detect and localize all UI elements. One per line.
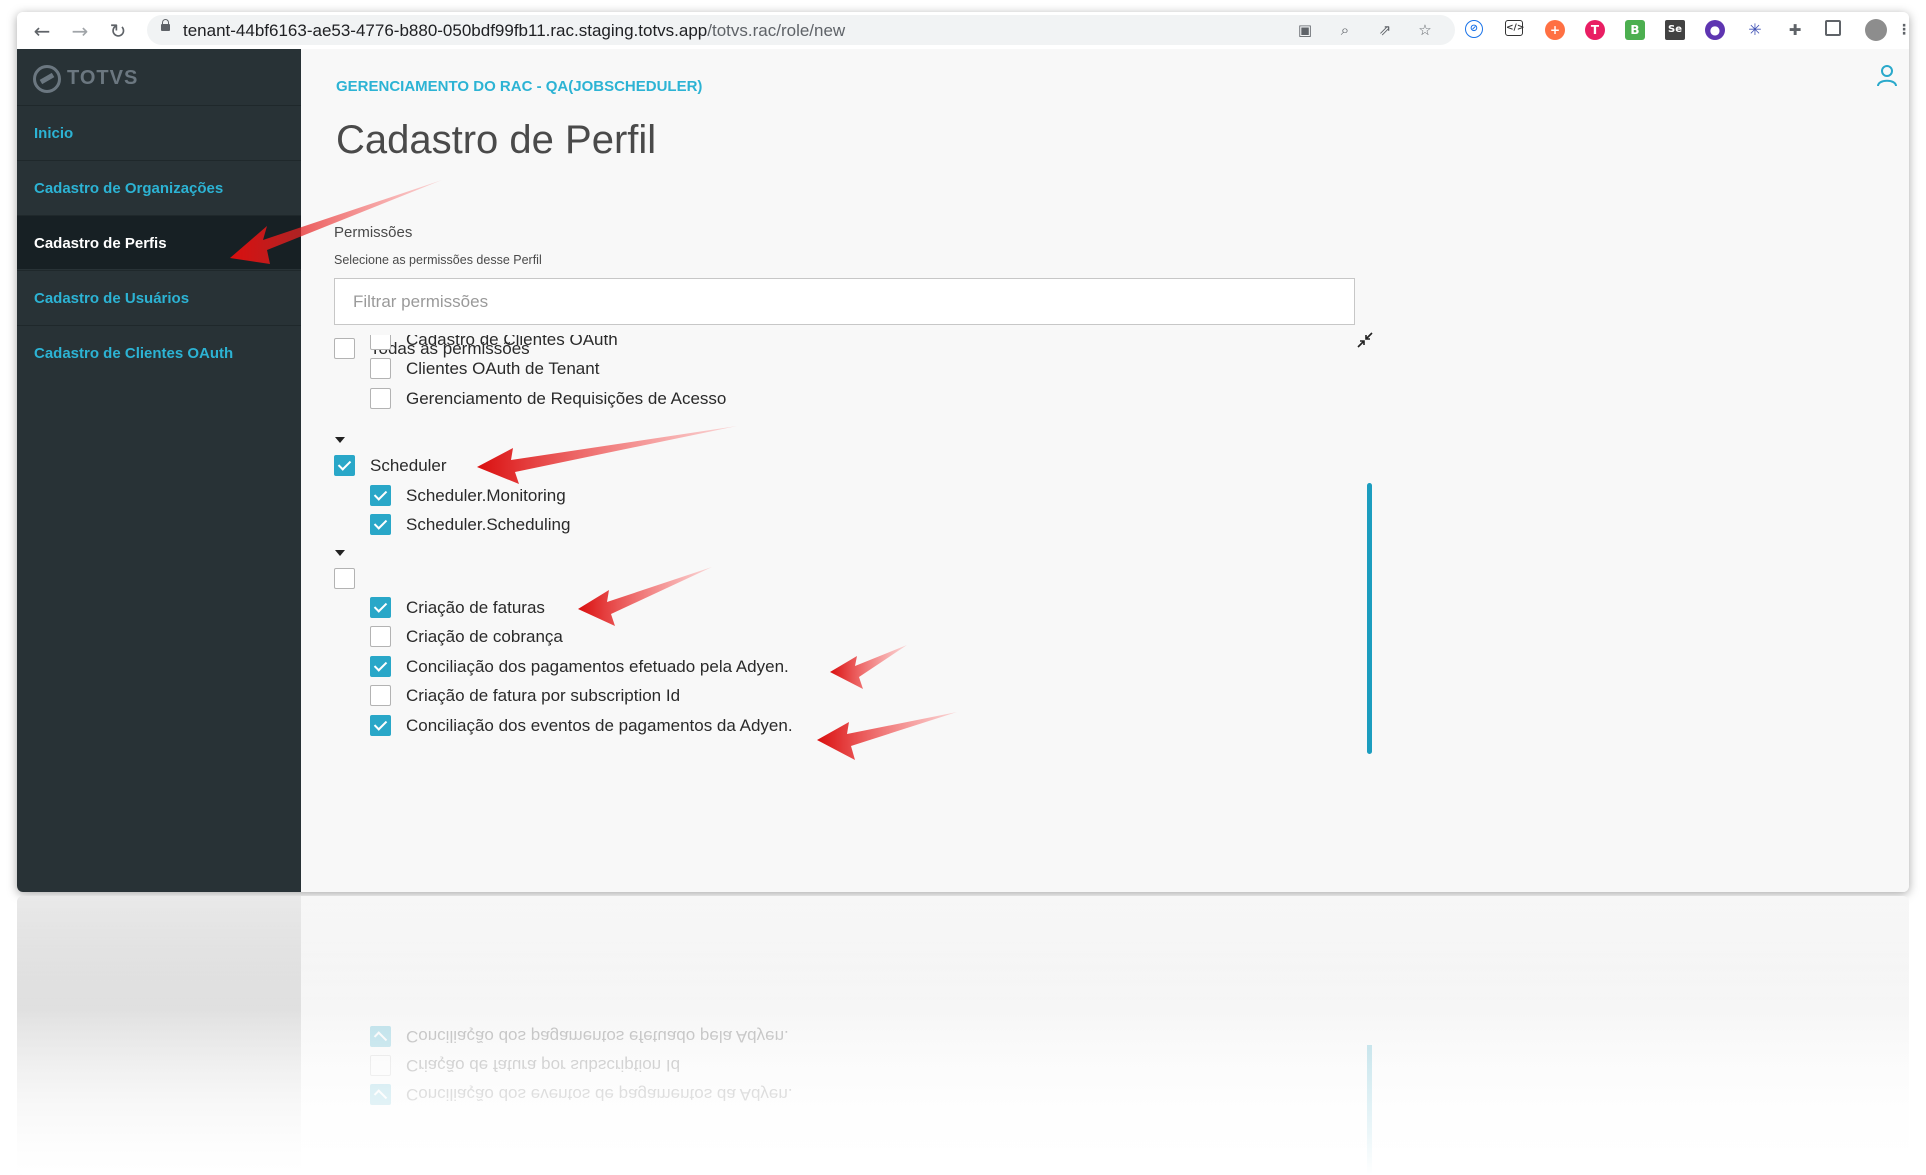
arrow-to-criacao-faturas xyxy=(578,567,712,626)
arrow-to-scheduler xyxy=(477,426,737,484)
arrow-to-perfis xyxy=(230,180,442,264)
window-reflection: Conciliação dos eventos de pagamentos da… xyxy=(17,896,1909,1175)
arrow-to-conciliacao-pagamentos xyxy=(830,645,907,689)
arrow-to-conciliacao-eventos xyxy=(817,712,957,760)
browser-window: ← → ↻ tenant-44bf6163-ae53-4776-b880-050… xyxy=(17,12,1909,892)
reflection-fade xyxy=(17,896,1909,1175)
annotation-arrows xyxy=(230,180,957,760)
